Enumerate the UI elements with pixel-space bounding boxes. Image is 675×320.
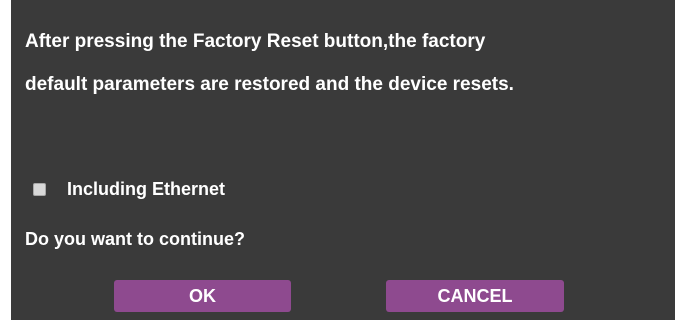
factory-reset-dialog: After pressing the Factory Reset button,…: [11, 0, 675, 320]
including-ethernet-label: Including Ethernet: [67, 179, 226, 199]
including-ethernet-checkbox[interactable]: [33, 182, 46, 196]
cancel-button[interactable]: CANCEL: [386, 280, 564, 312]
including-ethernet-option[interactable]: Including Ethernet: [33, 177, 225, 201]
confirm-question: Do you want to continue?: [25, 229, 245, 249]
ok-button[interactable]: OK: [114, 280, 291, 312]
message-line-2: default parameters are restored and the …: [25, 74, 514, 95]
message-line-1: After pressing the Factory Reset button,…: [25, 31, 486, 52]
